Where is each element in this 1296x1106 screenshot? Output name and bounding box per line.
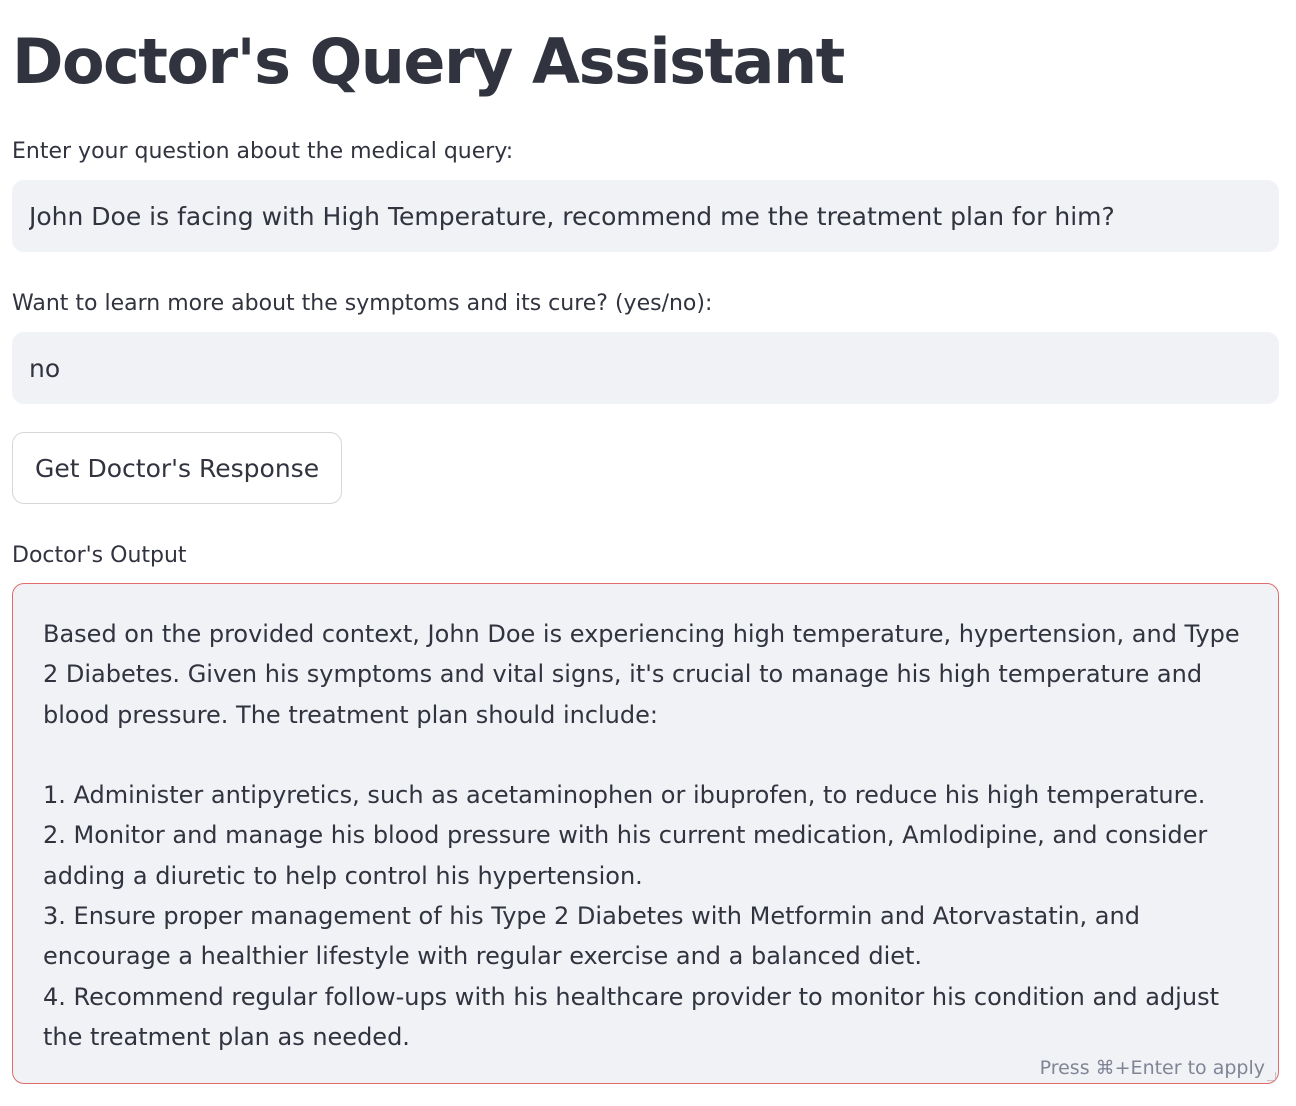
learn-more-input[interactable] [12, 332, 1279, 404]
output-label: Doctor's Output [12, 543, 187, 568]
resize-handle-icon[interactable] [1267, 1072, 1276, 1081]
get-doctor-response-button[interactable]: Get Doctor's Response [12, 432, 343, 504]
query-input[interactable] [12, 180, 1279, 252]
query-field-label: Enter your question about the medical qu… [12, 139, 514, 164]
apply-hint: Press ⌘+Enter to apply [1039, 1057, 1265, 1079]
page-title: Doctor's Query Assistant [12, 25, 845, 98]
doctor-output-textarea[interactable]: Based on the provided context, John Doe … [12, 583, 1279, 1084]
learn-more-field-label: Want to learn more about the symptoms an… [12, 291, 713, 316]
doctor-output-text: Based on the provided context, John Doe … [43, 620, 1240, 1051]
